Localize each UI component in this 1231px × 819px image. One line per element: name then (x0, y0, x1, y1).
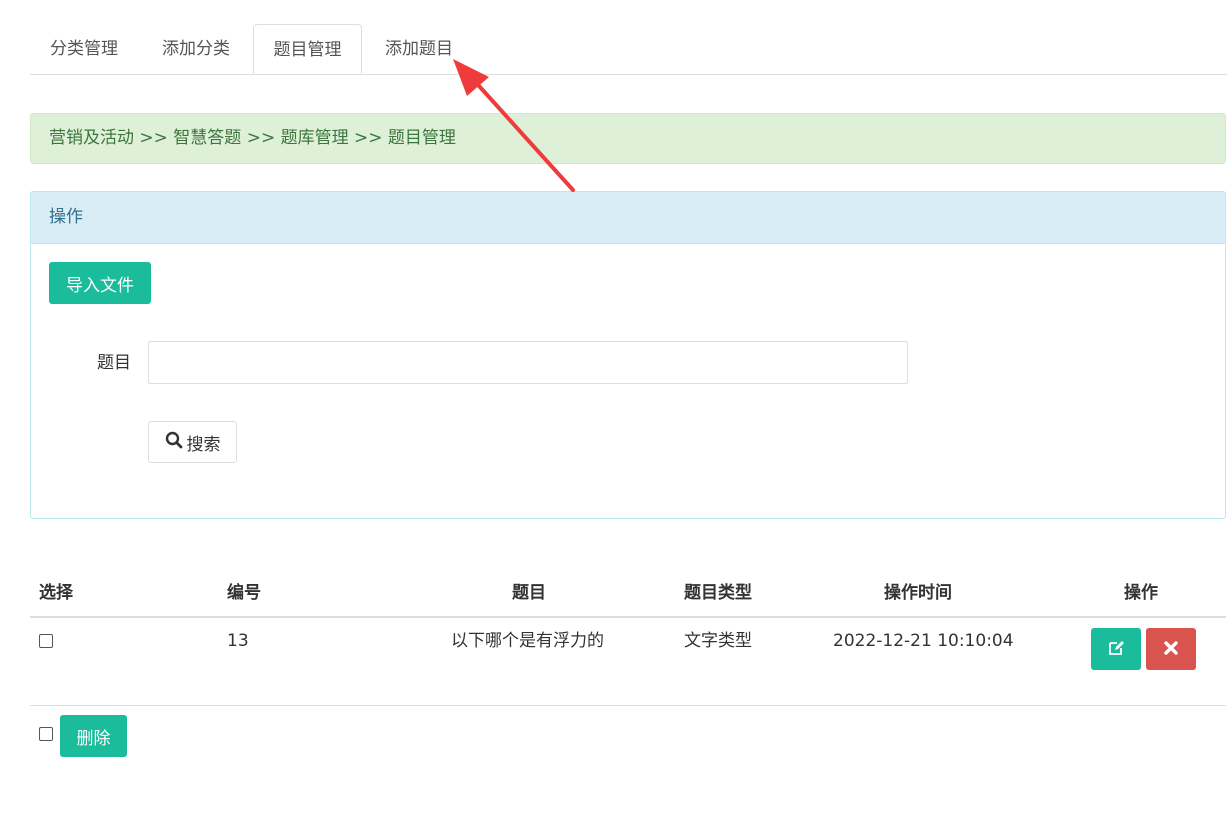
breadcrumb-text: 营销及活动 >> 智慧答题 >> 题库管理 >> 题目管理 (49, 128, 456, 148)
panel-title: 操作 (49, 207, 83, 227)
import-file-button[interactable]: 导入文件 (49, 262, 151, 304)
select-all-checkbox[interactable] (39, 726, 53, 746)
search-button[interactable]: 搜索 (148, 421, 237, 463)
delete-row-button[interactable] (1146, 628, 1196, 670)
row-time: 2022-12-21 10:10:04 (833, 631, 1014, 651)
row-id: 13 (227, 631, 249, 651)
bulk-delete-button[interactable]: 删除 (60, 715, 127, 757)
tab-label: 题目管理 (273, 40, 342, 60)
row-type: 文字类型 (684, 631, 752, 651)
tab-label: 添加题目 (385, 39, 453, 59)
header-actions: 操作 (1124, 583, 1158, 603)
breadcrumb: 营销及活动 >> 智慧答题 >> 题库管理 >> 题目管理 (30, 113, 1226, 164)
table-header: 选择 编号 题目 题目类型 操作时间 操作 (30, 570, 1226, 618)
close-icon (1164, 640, 1178, 658)
edit-icon (1107, 639, 1125, 660)
header-id: 编号 (227, 583, 261, 603)
tab-add-question[interactable]: 添加题目 (365, 24, 473, 74)
tab-label: 添加分类 (162, 39, 230, 59)
tab-question-management[interactable]: 题目管理 (253, 24, 362, 74)
tab-category-management[interactable]: 分类管理 (30, 24, 138, 74)
table-row: 13 以下哪个是有浮力的 文字类型 2022-12-21 10:10:04 (30, 618, 1226, 706)
edit-button[interactable] (1091, 628, 1141, 670)
question-table: 选择 编号 题目 题目类型 操作时间 操作 13 以下哪个是有浮力的 文字类型 … (30, 570, 1226, 706)
header-time: 操作时间 (884, 583, 952, 603)
question-search-input[interactable] (148, 341, 908, 384)
search-button-label: 搜索 (186, 434, 221, 455)
tab-bar: 分类管理 添加分类 题目管理 添加题目 (30, 24, 1227, 75)
tab-add-category[interactable]: 添加分类 (142, 24, 250, 74)
header-select: 选择 (39, 583, 73, 603)
row-select-checkbox[interactable] (39, 618, 53, 664)
question-field-label: 题目 (97, 353, 131, 373)
header-type: 题目类型 (684, 583, 752, 603)
header-title: 题目 (512, 583, 546, 603)
row-title: 以下哪个是有浮力的 (451, 631, 604, 651)
operation-panel: 操作 导入文件 题目 搜索 (30, 191, 1226, 519)
bulk-actions: 删除 (30, 715, 330, 757)
tab-label: 分类管理 (50, 39, 118, 59)
search-icon (165, 431, 183, 454)
panel-heading: 操作 (31, 192, 1225, 244)
